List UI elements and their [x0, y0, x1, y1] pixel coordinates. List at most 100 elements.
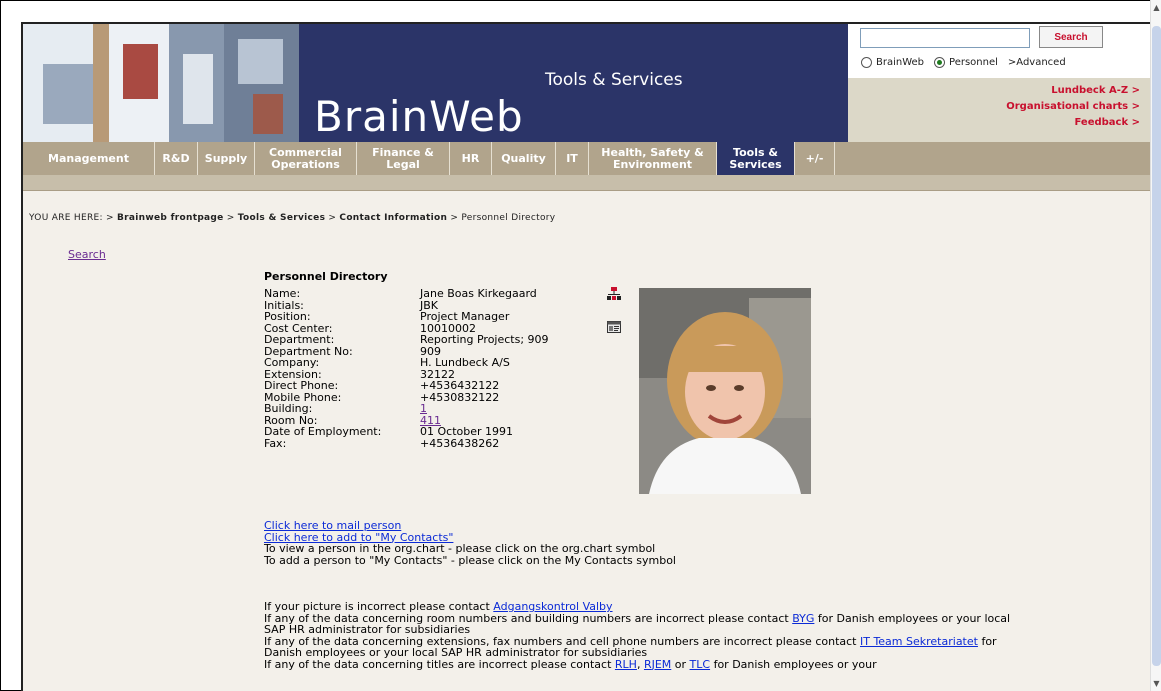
nav-label: R&D [162, 151, 190, 165]
search-link[interactable]: Search [68, 248, 106, 261]
nav-label: HR [461, 151, 480, 165]
field-value: +4536438262 [420, 436, 500, 450]
brand-logo-text[interactable]: BrainWeb [314, 92, 524, 141]
nav-it[interactable]: IT [556, 142, 589, 181]
sub-nav-bar [23, 175, 1150, 190]
help-room: If any of the data concerning room numbe… [264, 612, 1024, 636]
scroll-down-icon[interactable]: ▼ [1151, 678, 1161, 689]
field-row: Fax: +4536438262 [264, 436, 600, 450]
breadcrumb-contact-information[interactable]: Contact Information [339, 213, 447, 223]
nav-health-safety-environment[interactable]: Health, Safety & Environment [589, 142, 717, 181]
field-row: Direct Phone: +4536432122 [264, 380, 600, 392]
nav-label: +/- [805, 151, 824, 165]
field-label: Date of Employment: [264, 425, 382, 438]
help-text: or [674, 657, 687, 671]
field-value: +4536432122 [420, 379, 500, 392]
field-row: Mobile Phone: +4530832122 [264, 390, 600, 404]
mail-person-link[interactable]: Click here to mail person [264, 520, 676, 532]
nav-label: IT [566, 151, 578, 165]
nav-supply[interactable]: Supply [198, 142, 255, 181]
person-photo [639, 288, 811, 494]
field-value: Jane Boas Kirkegaard [420, 287, 537, 300]
nav-finance-legal[interactable]: Finance & Legal [357, 142, 450, 181]
header-banner-image [23, 24, 299, 142]
org-chart-icon[interactable] [607, 287, 621, 301]
search-input[interactable] [860, 28, 1030, 48]
field-label: Fax: [264, 436, 287, 450]
help-titles: If any of the data concerning titles are… [264, 657, 1024, 671]
portrait-image [639, 288, 811, 494]
directory-details: Name: Jane Boas Kirkegaard Initials: JBK P… [264, 288, 600, 449]
field-value: Reporting Projects; 909 [420, 333, 549, 346]
banner-artwork [23, 24, 299, 142]
field-label: Building: [264, 402, 313, 415]
tlc-link[interactable]: TLC [690, 658, 711, 671]
nav-commercial-operations[interactable]: Commercial Operations [255, 142, 357, 181]
field-row: Company: H. Lundbeck A/S [264, 357, 600, 369]
building-link[interactable]: 1 [420, 403, 600, 415]
nav-rd[interactable]: R&D [155, 142, 198, 181]
breadcrumb: YOU ARE HERE: > Brainweb frontpage > Too… [29, 213, 555, 223]
byg-link[interactable]: BYG [792, 612, 814, 625]
nav-quality[interactable]: Quality [492, 142, 556, 181]
main-nav: Management R&D Supply Commercial Operati… [23, 142, 1150, 181]
field-row: Name: Jane Boas Kirkegaard [264, 288, 600, 300]
scroll-thumb[interactable] [1152, 26, 1161, 666]
it-team-link[interactable]: IT Team Sekretariatet [860, 635, 978, 648]
field-row: Department: Reporting Projects; 909 [264, 334, 600, 346]
scroll-up-icon[interactable]: ▲ [1151, 2, 1161, 13]
rlh-link[interactable]: RLH [615, 658, 637, 671]
search-button[interactable]: Search [1039, 26, 1103, 48]
feedback-link[interactable]: Feedback > [848, 115, 1141, 131]
search-scope: BrainWeb Personnel >Advanced [861, 57, 1066, 68]
contacts-hint: To add a person to "My Contacts" - pleas… [264, 553, 676, 567]
my-contacts-icon[interactable] [607, 320, 621, 334]
directory-actions: Click here to mail person Click here to … [264, 520, 676, 566]
directory-title: Personnel Directory [264, 270, 388, 283]
page-viewport: Tools & Services BrainWeb Search BrainWe… [21, 22, 1150, 691]
help-text: , [636, 657, 641, 671]
divider [23, 190, 1150, 191]
lundbeck-az-link[interactable]: Lundbeck A-Z > [848, 83, 1140, 99]
field-value: 01 October 1991 [420, 425, 514, 438]
scope-brainweb-label: BrainWeb [876, 57, 925, 68]
field-label: Direct Phone: [264, 379, 339, 392]
scope-brainweb-radio[interactable] [861, 57, 872, 68]
help-extensions: If any of the data concerning extensions… [264, 635, 1024, 659]
breadcrumb-tools-services[interactable]: Tools & Services [238, 213, 325, 223]
field-value: H. Lundbeck A/S [420, 356, 510, 369]
field-label: Name: [264, 287, 301, 300]
help-text: for Danish employees or your [713, 657, 877, 671]
nav-label: Management [48, 151, 129, 165]
quicklinks: Lundbeck A-Z > Organisational charts > F… [848, 78, 1150, 142]
field-row: Date of Employment: 01 October 1991 [264, 426, 600, 438]
breadcrumb-frontpage[interactable]: Brainweb frontpage [117, 213, 224, 223]
field-label: Department: [264, 333, 335, 346]
nav-customize[interactable]: +/- [795, 142, 835, 175]
scope-personnel-label: Personnel [949, 57, 998, 68]
org-chart-hint: To view a person in the org.chart - plea… [264, 542, 656, 555]
nav-tools-services[interactable]: Tools & Services [717, 142, 795, 181]
nav-management[interactable]: Management [23, 142, 155, 181]
field-value: Project Manager [420, 310, 510, 323]
nav-label: Commercial Operations [269, 145, 342, 171]
breadcrumb-separator: > [328, 213, 340, 223]
rjem-link[interactable]: RJEM [644, 658, 671, 671]
breadcrumb-prefix: YOU ARE HERE: [29, 213, 103, 223]
field-row: Position: Project Manager [264, 311, 600, 323]
field-row: Building: 1 [264, 403, 600, 415]
scope-personnel-radio[interactable] [934, 57, 946, 68]
site-header: Tools & Services BrainWeb Search BrainWe… [23, 24, 1150, 142]
org-charts-link[interactable]: Organisational charts > [848, 99, 1140, 115]
field-label: Company: [264, 356, 320, 369]
advanced-search-link[interactable]: >Advanced [1008, 57, 1066, 68]
breadcrumb-separator: > [106, 213, 118, 223]
nav-label: Supply [204, 151, 248, 165]
field-value: +4530832122 [420, 390, 500, 404]
breadcrumb-current: Personnel Directory [461, 213, 556, 223]
search-panel: Search BrainWeb Personnel >Advanced Lund… [848, 24, 1150, 142]
nav-label: Health, Safety & Environment [601, 145, 704, 171]
nav-hr[interactable]: HR [450, 142, 492, 181]
vertical-scrollbar[interactable]: ▲ ▼ [1150, 0, 1161, 691]
help-text: If any of the data concerning titles are… [264, 657, 612, 671]
